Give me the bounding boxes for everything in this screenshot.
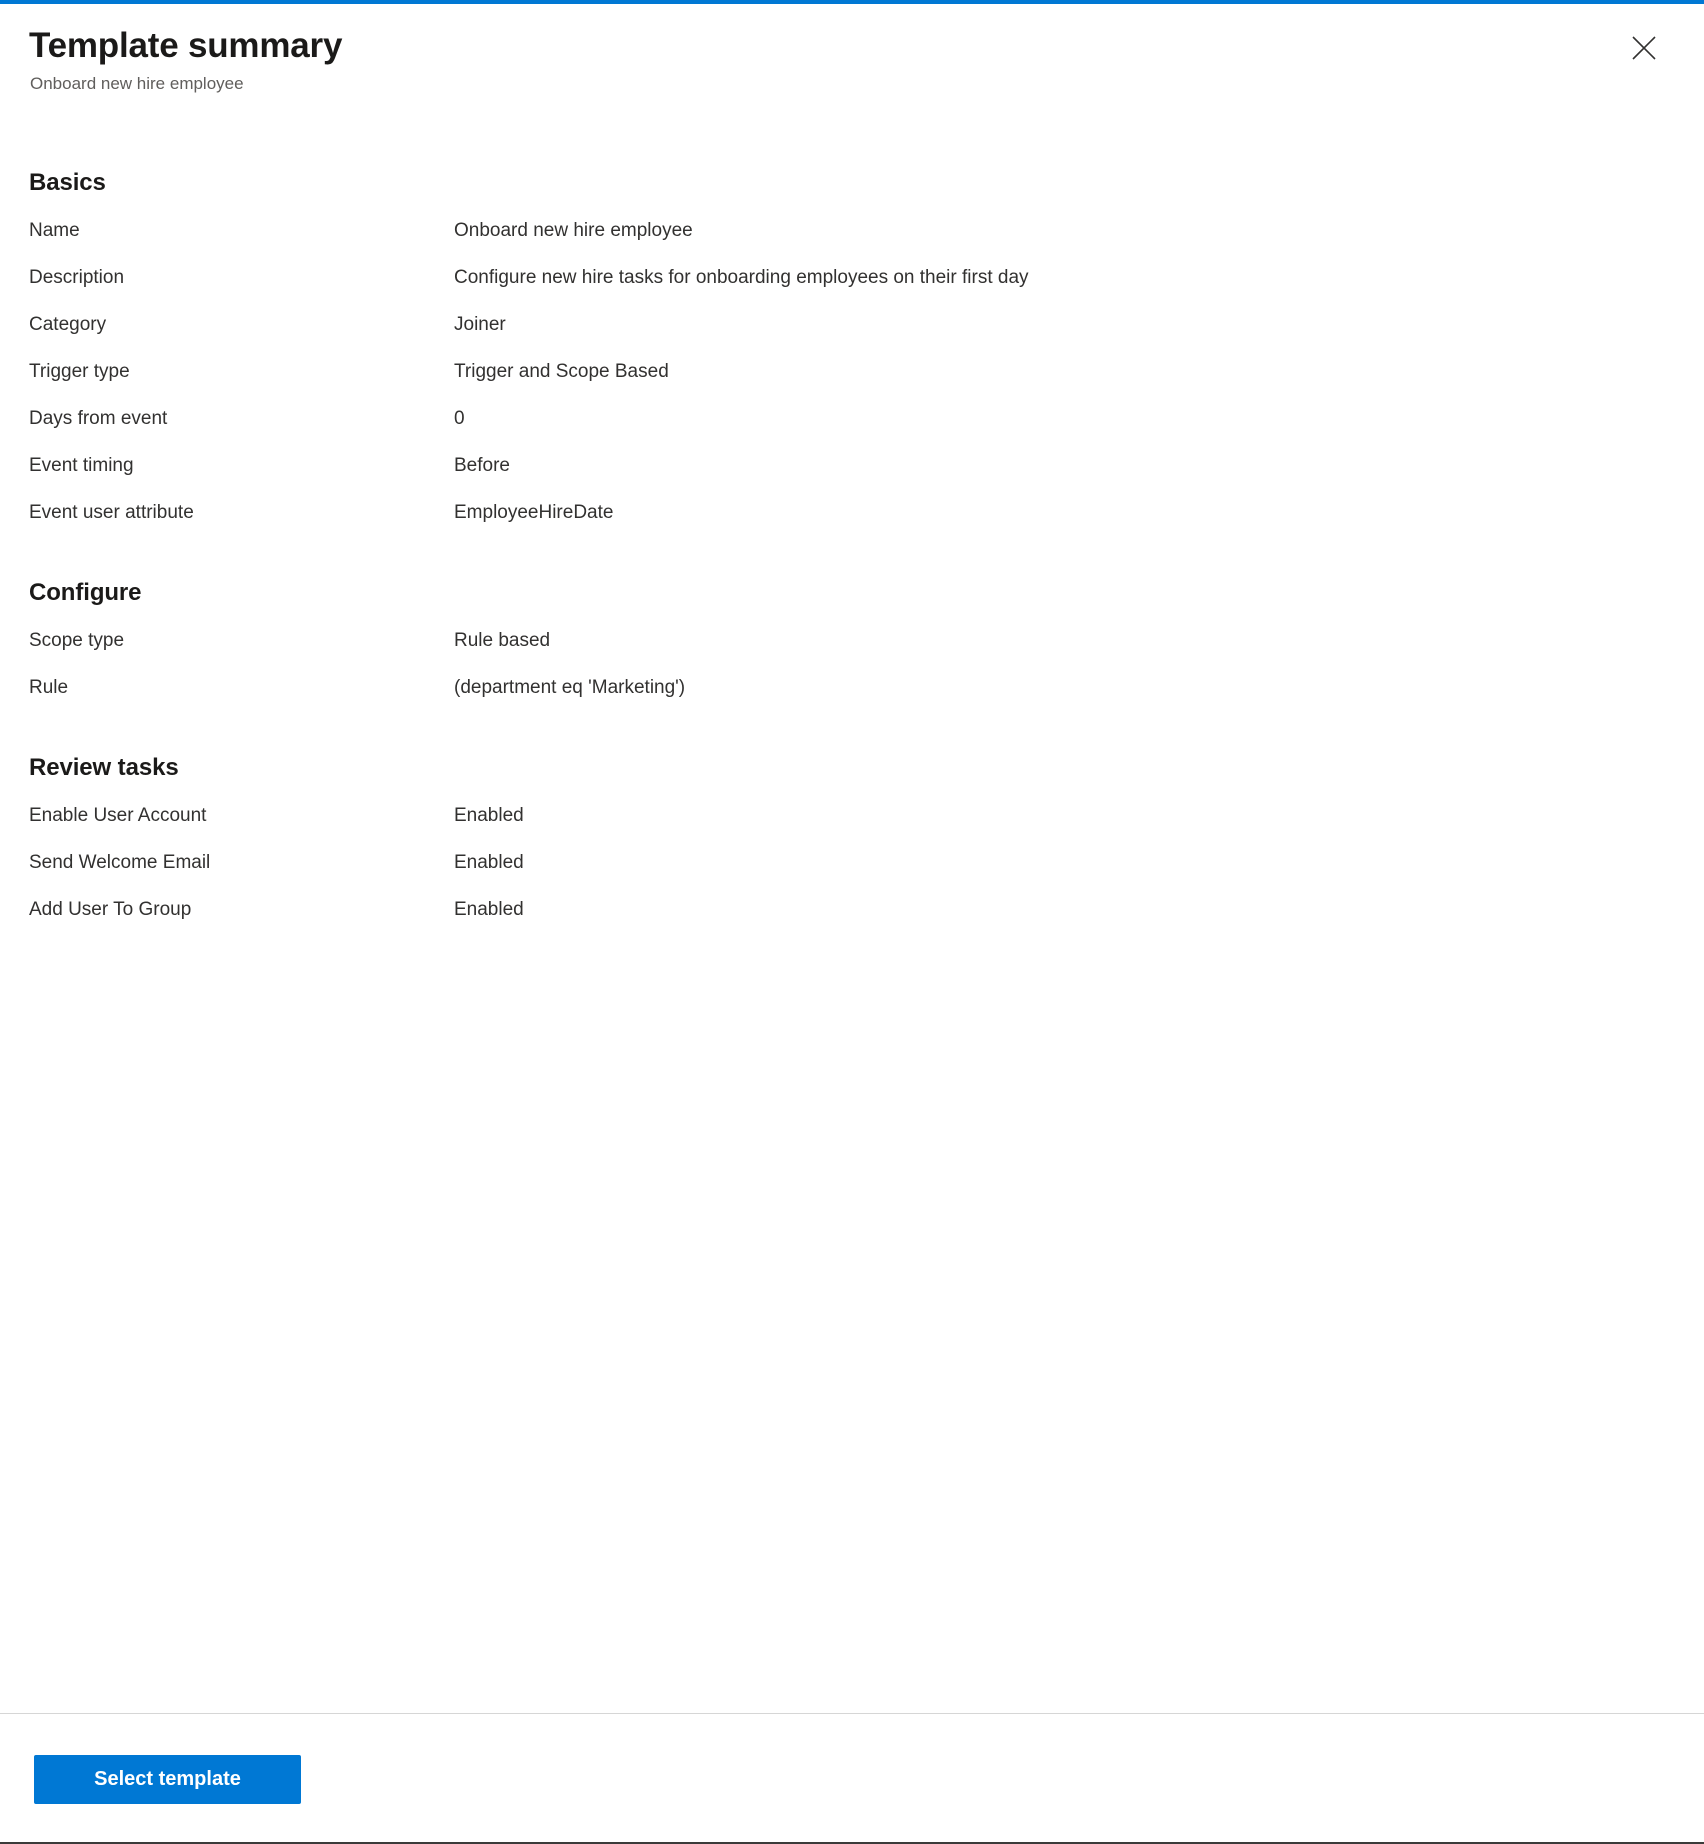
close-icon <box>1630 34 1658 62</box>
summary-row: Scope type Rule based <box>29 625 1670 657</box>
summary-row-value: (department eq 'Marketing') <box>454 677 686 698</box>
summary-row-label: Days from event <box>29 408 168 429</box>
summary-row: Description Configure new hire tasks for … <box>29 262 1670 294</box>
summary-row-value: 0 <box>454 408 465 429</box>
section-heading: Basics <box>29 169 106 196</box>
summary-row-label: Rule <box>29 677 69 698</box>
summary-row-label: Description <box>29 267 125 288</box>
summary-row-label: Add User To Group <box>29 899 192 920</box>
summary-row: Category Joiner <box>29 309 1670 341</box>
summary-row: Name Onboard new hire employee <box>29 215 1670 247</box>
summary-row-value: Before <box>454 455 510 476</box>
summary-row-label: Trigger type <box>29 361 130 382</box>
page-subtitle: Onboard new hire employee <box>30 74 244 93</box>
panel-footer: Select template <box>0 1713 1704 1842</box>
summary-row-label: Category <box>29 314 107 335</box>
section-heading: Configure <box>29 579 142 606</box>
summary-row: Days from event 0 <box>29 403 1670 435</box>
summary-section: Configure Scope type Rule based Rule (depart… <box>29 577 1670 704</box>
summary-row-label: Event user attribute <box>29 502 194 523</box>
summary-row-value: Rule based <box>454 630 551 651</box>
summary-row: Trigger type Trigger and Scope Based <box>29 356 1670 388</box>
summary-row-value: Enabled <box>454 852 524 873</box>
panel-header: Template summary Onboard new hire employ… <box>0 4 1704 96</box>
section-heading: Review tasks <box>29 754 179 781</box>
summary-row-value: EmployeeHireDate <box>454 502 614 523</box>
summary-row-value: Onboard new hire employee <box>454 220 693 241</box>
summary-content: Basics Name Onboard new hire employee Descr… <box>0 96 1704 1713</box>
template-summary-panel: Template summary Onboard new hire employ… <box>0 0 1704 1844</box>
page-title: Template summary <box>29 26 343 65</box>
summary-section: Basics Name Onboard new hire employee Descr… <box>29 167 1670 529</box>
summary-row-value: Enabled <box>454 805 524 826</box>
summary-row: Rule (department eq 'Marketing') <box>29 672 1670 704</box>
summary-row-label: Name <box>29 220 80 241</box>
summary-section: Review tasks Enable User Account Enabled Se… <box>29 752 1670 926</box>
summary-row-label: Enable User Account <box>29 805 207 826</box>
summary-row-value: Joiner <box>454 314 506 335</box>
summary-row-value: Trigger and Scope Based <box>454 361 669 382</box>
summary-row: Send Welcome Email Enabled <box>29 847 1670 879</box>
select-template-button[interactable]: Select template <box>34 1755 301 1804</box>
summary-row-label: Event timing <box>29 455 134 476</box>
summary-row-label: Scope type <box>29 630 125 651</box>
summary-row-value: Enabled <box>454 899 524 920</box>
summary-row: Enable User Account Enabled <box>29 800 1670 832</box>
summary-row-label: Send Welcome Email <box>29 852 211 873</box>
summary-row: Event user attribute EmployeeHireDate <box>29 497 1670 529</box>
summary-row-value: Configure new hire tasks for onboarding … <box>454 267 1029 288</box>
summary-row: Add User To Group Enabled <box>29 894 1670 926</box>
close-button[interactable] <box>1622 26 1666 70</box>
summary-row: Event timing Before <box>29 450 1670 482</box>
